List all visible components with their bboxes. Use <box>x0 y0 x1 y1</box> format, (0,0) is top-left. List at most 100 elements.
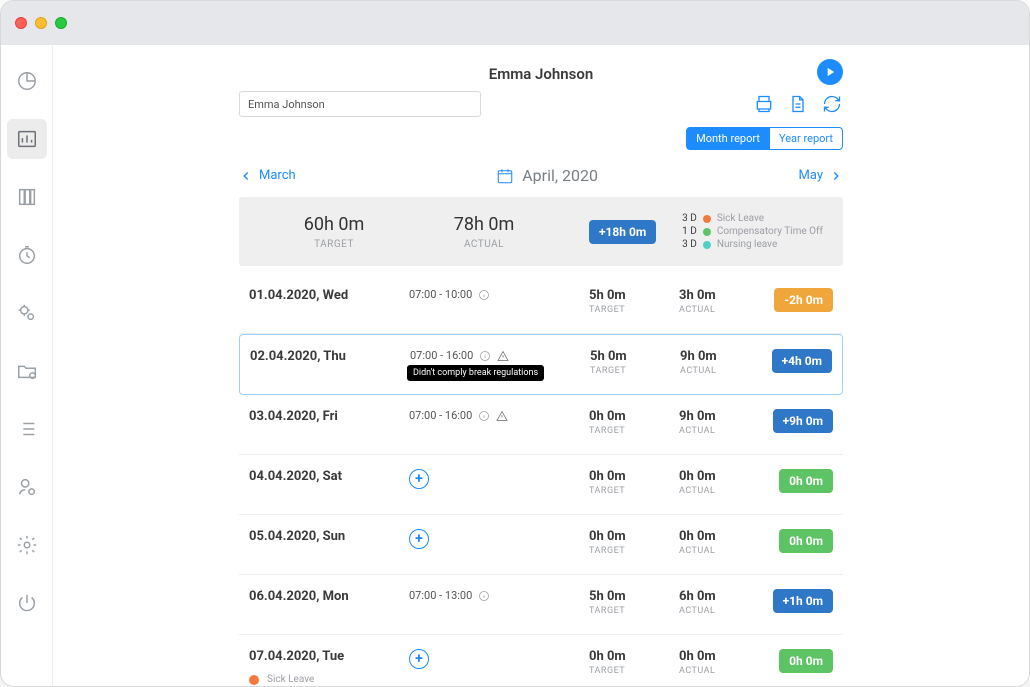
summary-delta-badge: +18h 0m <box>589 220 656 244</box>
print-icon[interactable] <box>753 93 775 115</box>
day-date: 05.04.2020, Sun <box>249 529 409 544</box>
day-target-label: TARGET <box>589 486 679 496</box>
day-target-value: 5h 0m <box>590 349 680 364</box>
minimize-window-button[interactable] <box>35 17 47 29</box>
summary-actual-value: 78h 0m <box>409 214 559 235</box>
day-delta-badge: -2h 0m <box>774 288 833 312</box>
prev-month-button[interactable]: March <box>239 168 296 183</box>
day-actual-value: 3h 0m <box>679 288 769 303</box>
sidebar-automation-icon[interactable] <box>7 293 47 333</box>
current-month: April, 2020 <box>296 166 799 185</box>
next-month-label: May <box>799 168 823 183</box>
sidebar-power-icon[interactable] <box>7 583 47 623</box>
day-times: 07:00 - 16:00Didn't comply break regulat… <box>410 349 590 362</box>
sidebar-user-settings-icon[interactable] <box>7 467 47 507</box>
page-title: Emma Johnson <box>489 65 593 83</box>
titlebar <box>1 1 1029 45</box>
day-date: 01.04.2020, Wed <box>249 288 409 303</box>
summary-actual-label: ACTUAL <box>409 239 559 250</box>
current-month-label: April, 2020 <box>522 166 598 185</box>
day-target-value: 5h 0m <box>589 288 679 303</box>
info-icon <box>478 410 490 422</box>
legend-label: Compensatory Time Off <box>717 226 823 237</box>
day-row[interactable]: 01.04.2020, Wed 07:00 - 10:00 5h 0m TARGE… <box>239 274 843 334</box>
day-actual-value: 0h 0m <box>679 529 769 544</box>
day-target-label: TARGET <box>589 546 679 556</box>
sidebar-timer-icon[interactable] <box>7 235 47 275</box>
day-delta-badge: +1h 0m <box>773 589 833 613</box>
time-range: 07:00 - 10:00 <box>409 288 472 301</box>
add-time-button[interactable]: + <box>409 469 429 489</box>
day-row[interactable]: 06.04.2020, Mon 07:00 - 13:00 5h 0mTARGE… <box>239 575 843 635</box>
summary-target-label: TARGET <box>259 239 409 250</box>
day-actual-label: ACTUAL <box>679 606 769 616</box>
day-target-label: TARGET <box>589 305 679 315</box>
day-actual-label: ACTUAL <box>679 305 769 315</box>
window-controls <box>15 17 67 29</box>
summary-target-value: 60h 0m <box>259 214 409 235</box>
sidebar-dashboard-icon[interactable] <box>7 61 47 101</box>
day-list: 01.04.2020, Wed 07:00 - 10:00 5h 0m TARGE… <box>53 274 1029 686</box>
zoom-window-button[interactable] <box>55 17 67 29</box>
sidebar-archive-icon[interactable] <box>7 177 47 217</box>
day-target-label: TARGET <box>589 666 679 676</box>
day-target-value: 0h 0m <box>589 649 679 664</box>
day-date: 03.04.2020, Fri <box>249 409 409 424</box>
day-times: + <box>409 649 589 669</box>
info-icon <box>479 350 491 362</box>
page-header: Emma Johnson <box>53 45 1029 91</box>
day-actual-label: ACTUAL <box>679 426 769 436</box>
add-time-button[interactable]: + <box>409 529 429 549</box>
month-navigation: March April, 2020 May <box>53 166 1029 185</box>
day-row[interactable]: 03.04.2020, Fri 07:00 - 16:00 0h 0m TARGE… <box>239 395 843 455</box>
day-row[interactable]: 02.04.2020, Thu 07:00 - 16:00Didn't comp… <box>239 334 843 395</box>
leave-bullet-icon <box>249 675 259 685</box>
tab-year-report[interactable]: Year report <box>770 127 843 150</box>
report-scope-tabs: Month report Year report <box>53 127 1029 150</box>
legend-bullet-icon <box>703 215 711 223</box>
day-date: 04.04.2020, Sat <box>249 469 409 484</box>
legend-bullet-icon <box>703 228 711 236</box>
day-actual-label: ACTUAL <box>679 486 769 496</box>
refresh-icon[interactable] <box>821 93 843 115</box>
close-window-button[interactable] <box>15 17 27 29</box>
time-range: 07:00 - 16:00 <box>409 409 472 422</box>
sidebar-folder-icon[interactable] <box>7 351 47 391</box>
day-date: 06.04.2020, Mon <box>249 589 409 604</box>
day-delta-badge: 0h 0m <box>779 649 833 673</box>
day-target-value: 0h 0m <box>589 529 679 544</box>
day-times: + <box>409 529 589 549</box>
export-csv-icon[interactable] <box>787 93 809 115</box>
day-actual-value: 9h 0m <box>679 409 769 424</box>
prev-month-label: March <box>259 168 296 183</box>
help-icon[interactable] <box>817 59 843 85</box>
info-icon <box>478 590 490 602</box>
legend-label: Nursing leave <box>717 239 777 250</box>
day-actual-value: 9h 0m <box>680 349 770 364</box>
next-month-button[interactable]: May <box>799 168 843 183</box>
sidebar-list-icon[interactable] <box>7 409 47 449</box>
day-target-label: TARGET <box>590 366 680 376</box>
day-target-label: TARGET <box>589 426 679 436</box>
sidebar-settings-icon[interactable] <box>7 525 47 565</box>
toolbar <box>53 91 1029 117</box>
day-target-value: 0h 0m <box>589 409 679 424</box>
day-row[interactable]: 04.04.2020, Sat + 0h 0mTARGET 0h 0mACTUA… <box>239 455 843 515</box>
employee-search-input[interactable] <box>239 91 481 117</box>
day-actual-label: ACTUAL <box>679 666 769 676</box>
time-range: 07:00 - 13:00 <box>409 589 472 602</box>
day-delta-badge: +4h 0m <box>772 349 832 373</box>
day-delta-badge: 0h 0m <box>779 469 833 493</box>
day-row[interactable]: 07.04.2020, TueSick Leave + 0h 0mTARGET … <box>239 635 843 686</box>
legend-count: 3 D <box>675 239 697 250</box>
summary-legend: 3 DSick Leave1 DCompensatory Time Off3 D… <box>675 211 823 252</box>
day-date: 02.04.2020, Thu <box>250 349 410 364</box>
tab-month-report[interactable]: Month report <box>686 127 770 150</box>
add-time-button[interactable]: + <box>409 649 429 669</box>
day-row[interactable]: 05.04.2020, Sun + 0h 0mTARGET 0h 0mACTUA… <box>239 515 843 575</box>
app-window: Emma Johnson Month report Year report <box>0 0 1030 687</box>
day-delta-badge: +9h 0m <box>773 409 833 433</box>
sidebar-reports-icon[interactable] <box>7 119 47 159</box>
warning-icon <box>496 410 508 422</box>
main-content: Emma Johnson Month report Year report <box>53 45 1029 686</box>
